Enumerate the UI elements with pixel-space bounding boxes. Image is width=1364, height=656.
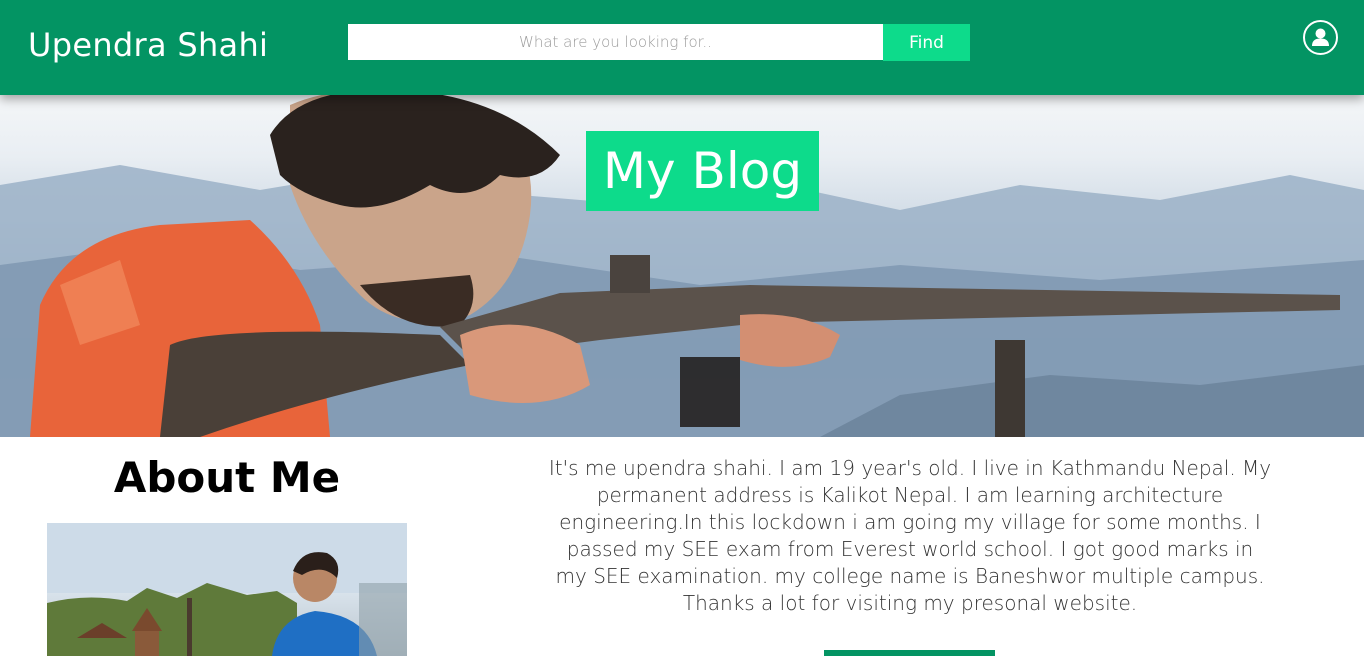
about-heading: About Me <box>113 453 341 502</box>
site-brand[interactable]: Upendra Shahi <box>28 26 268 64</box>
user-account-button[interactable] <box>1303 20 1338 55</box>
top-navbar: Upendra Shahi Find <box>0 0 1364 95</box>
hero-banner: My Blog <box>0 95 1364 437</box>
blog-title: My Blog <box>586 131 819 211</box>
profile-photo-image <box>47 523 407 656</box>
profile-photo <box>47 523 407 656</box>
about-description: It's me upendra shahi. I am 19 year's ol… <box>548 456 1272 615</box>
read-more-button[interactable] <box>824 650 995 656</box>
search-input[interactable] <box>348 24 883 60</box>
user-icon <box>1312 28 1329 46</box>
find-button[interactable]: Find <box>883 24 970 61</box>
